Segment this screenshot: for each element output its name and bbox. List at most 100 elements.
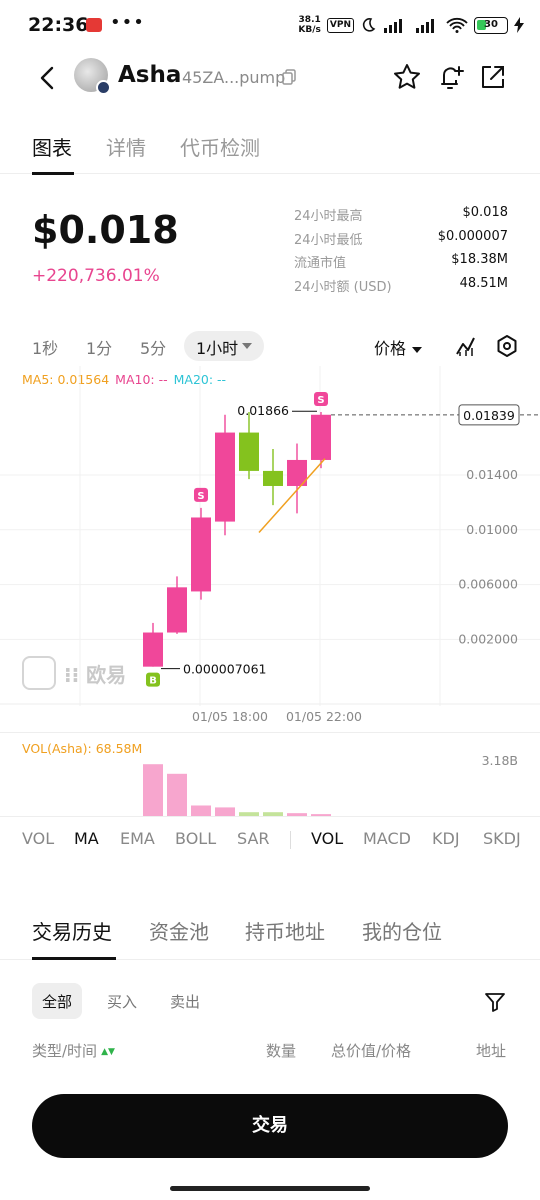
indicator-ma[interactable]: MA bbox=[74, 829, 99, 848]
interval-5m[interactable]: 5分 bbox=[140, 335, 166, 359]
y-tick-label: 0.01000 bbox=[466, 522, 518, 537]
volume-bar bbox=[143, 764, 163, 817]
candle-body bbox=[239, 432, 259, 471]
indicator-skdj[interactable]: SKDJ bbox=[483, 829, 521, 848]
more-notifications-icon: ••• bbox=[110, 12, 145, 33]
tab-token-check[interactable]: 代币检测 bbox=[180, 132, 260, 161]
caret-down-icon bbox=[412, 346, 423, 353]
low-price-label: 0.000007061 bbox=[183, 662, 267, 677]
col-type-time-label: 类型/时间 bbox=[32, 1042, 98, 1060]
signal-icon bbox=[384, 19, 402, 33]
wifi-icon bbox=[446, 17, 468, 33]
home-indicator bbox=[170, 1186, 370, 1191]
filter-all[interactable]: 全部 bbox=[32, 983, 83, 1019]
indicator-vol-sub[interactable]: VOL bbox=[311, 829, 343, 848]
filter-buy[interactable]: 买入 bbox=[97, 983, 147, 1019]
okx-watermark: ⁝⁝ 欧易 bbox=[22, 656, 126, 690]
stat-value: $0.000007 bbox=[437, 228, 508, 244]
stat-row: 24小时最高 $0.018 bbox=[294, 205, 508, 229]
col-total-price: 总价值/价格 bbox=[331, 1042, 412, 1060]
tab-chart[interactable]: 图表 bbox=[32, 132, 72, 161]
x-tick-label: 01/05 18:00 bbox=[192, 709, 268, 724]
tab-holders[interactable]: 持币地址 bbox=[245, 916, 325, 945]
tab-underline bbox=[32, 172, 74, 175]
current-price-label: 0.01839 bbox=[463, 408, 515, 423]
battery-level: 30 bbox=[484, 18, 498, 30]
charging-icon bbox=[514, 17, 524, 33]
chevron-down-icon bbox=[242, 343, 252, 349]
status-right: 38.1 KB/s VPN 30 bbox=[298, 15, 524, 35]
trade-button[interactable]: 交易 bbox=[32, 1094, 508, 1158]
candle-body bbox=[191, 517, 211, 592]
current-price: $0.018 bbox=[32, 208, 179, 252]
filter-sell[interactable]: 卖出 bbox=[160, 983, 210, 1019]
stat-label: 24小时最高 bbox=[294, 209, 363, 224]
interval-1h-dropdown[interactable]: 1小时 bbox=[184, 331, 264, 361]
candle-body bbox=[215, 432, 235, 522]
tab-trade-history[interactable]: 交易历史 bbox=[32, 916, 112, 945]
indicator-ema[interactable]: EMA bbox=[120, 829, 155, 848]
stat-row: 流通市值 $18.38M bbox=[294, 252, 508, 276]
okx-logo: ⁝⁝ 欧易 bbox=[64, 662, 127, 687]
back-arrow-icon[interactable] bbox=[36, 64, 60, 92]
filter-icon[interactable] bbox=[484, 991, 506, 1013]
vpn-icon: VPN bbox=[326, 17, 354, 33]
indicator-divider bbox=[290, 831, 291, 849]
tab-liquidity-pool[interactable]: 资金池 bbox=[149, 916, 209, 945]
trade-marker-label: S bbox=[317, 395, 324, 406]
expand-icon bbox=[22, 656, 56, 690]
volume-chart: VOL(Asha): 68.58M 3.18B bbox=[0, 732, 540, 817]
candle-body bbox=[167, 587, 187, 633]
speed-unit: KB/s bbox=[298, 25, 321, 35]
indicator-boll[interactable]: BOLL bbox=[175, 829, 216, 848]
chain-badge-icon bbox=[96, 80, 111, 95]
stat-value: $18.38M bbox=[451, 252, 508, 267]
stats-panel: 24小时最高 $0.018 24小时最低 $0.000007 流通市值 $18.38M… bbox=[294, 205, 508, 299]
token-header: Asha 45ZA...pump bbox=[0, 56, 540, 100]
indicator-sar[interactable]: SAR bbox=[237, 829, 270, 848]
col-type-time[interactable]: 类型/时间 ▲▼ bbox=[32, 1040, 115, 1061]
x-tick-label: 01/05 22:00 bbox=[286, 709, 362, 724]
trade-tab-underline bbox=[32, 957, 116, 960]
volume-svg bbox=[143, 764, 331, 817]
stat-label: 流通市值 bbox=[294, 256, 347, 271]
indicator-macd[interactable]: MACD bbox=[363, 829, 411, 848]
bell-plus-icon[interactable] bbox=[436, 62, 466, 92]
share-icon[interactable] bbox=[478, 62, 508, 92]
interval-1m[interactable]: 1分 bbox=[86, 335, 112, 359]
tab-my-position[interactable]: 我的仓位 bbox=[362, 916, 442, 945]
col-amount: 数量 bbox=[266, 1042, 297, 1060]
signal-2-icon bbox=[416, 19, 434, 33]
indicator-kdj[interactable]: KDJ bbox=[432, 829, 460, 848]
status-bar: 22:36 ••• 38.1 KB/s VPN 30 bbox=[0, 0, 540, 56]
y-tick-label: 0.002000 bbox=[458, 631, 518, 646]
price-chart[interactable]: MA5: 0.01564 MA10: -- MA20: -- 0.01400 0.01… bbox=[0, 366, 540, 730]
token-name: Asha bbox=[118, 62, 182, 88]
interval-1s[interactable]: 1秒 bbox=[32, 335, 58, 359]
indicator-vol-main[interactable]: VOL bbox=[22, 829, 54, 848]
speed-value: 38.1 bbox=[298, 15, 321, 25]
price-type-dropdown[interactable]: 价格 bbox=[374, 335, 423, 359]
star-icon[interactable] bbox=[392, 62, 422, 92]
notification-app-icon bbox=[86, 18, 102, 32]
copy-icon[interactable] bbox=[282, 69, 296, 85]
status-time: 22:36 bbox=[28, 14, 89, 36]
token-avatar bbox=[74, 58, 111, 95]
settings-icon[interactable] bbox=[495, 334, 519, 358]
price-change: +220,736.01% bbox=[32, 266, 160, 286]
indicator-bar: VOL MA EMA BOLL SAR VOL MACD KDJ SKDJ bbox=[0, 816, 540, 858]
trade-marker-label: B bbox=[149, 676, 157, 687]
tab-details[interactable]: 详情 bbox=[106, 132, 146, 161]
candle-body bbox=[311, 414, 331, 460]
battery-icon: 30 bbox=[474, 16, 508, 34]
token-address: 45ZA...pump bbox=[182, 68, 286, 87]
y-tick-label: 0.01400 bbox=[466, 467, 518, 482]
y-tick-label: 0.006000 bbox=[458, 577, 518, 592]
trade-filters: 全部 买入 卖出 bbox=[0, 983, 540, 1019]
trade-marker-label: S bbox=[197, 491, 204, 502]
volume-bar bbox=[167, 773, 187, 817]
stat-value: $0.018 bbox=[462, 205, 509, 220]
trade-tabs: 交易历史 资金池 持币地址 我的仓位 bbox=[0, 910, 540, 960]
indicator-icon[interactable] bbox=[454, 334, 478, 358]
stat-row: 24小时额 (USD) 48.51M bbox=[294, 276, 508, 300]
